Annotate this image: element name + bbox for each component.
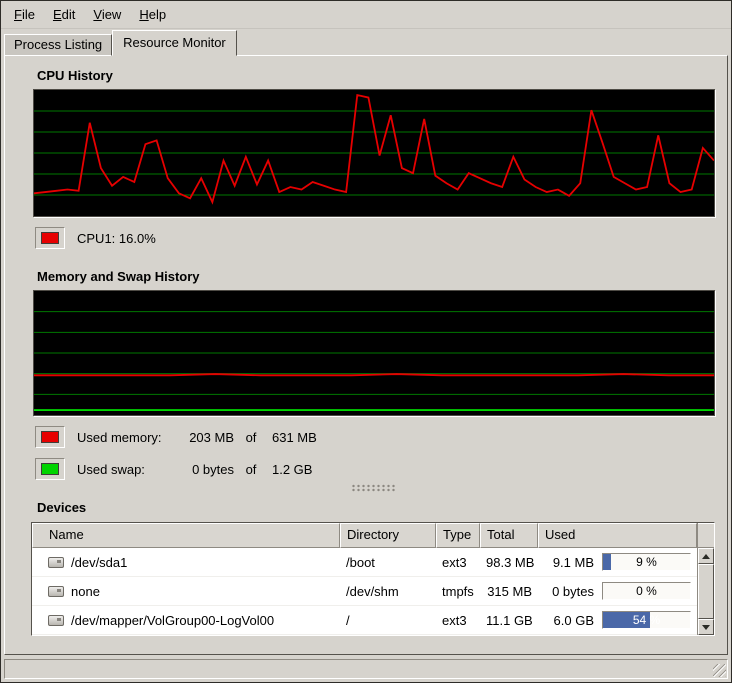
devices-table-main: Name Directory Type Total Used /dev/sda1… <box>32 523 697 635</box>
device-used: 0 bytes <box>542 584 594 599</box>
cpu1-legend-label: CPU1: 16.0% <box>77 231 156 246</box>
swap-swatch-frame <box>35 458 65 480</box>
cpu-history-chart <box>34 90 714 216</box>
menu-bar: File Edit View Help <box>1 1 731 29</box>
device-row[interactable]: none /dev/shm tmpfs 315 MB 0 bytes 0 % <box>32 577 697 606</box>
down-arrow-icon <box>702 625 710 630</box>
cpu-history-graph <box>33 89 715 217</box>
system-monitor-window: File Edit View Help Process Listing Reso… <box>0 0 732 683</box>
used-swap-value: 0 bytes <box>172 462 234 477</box>
device-directory: /dev/shm <box>340 584 436 599</box>
used-memory-value: 203 MB <box>172 430 234 445</box>
cpu-legend: CPU1: 16.0% <box>35 227 715 249</box>
device-used: 6.0 GB <box>542 613 594 628</box>
memory-swap-graph <box>33 290 715 416</box>
devices-title: Devices <box>37 500 715 515</box>
used-swap-label: Used swap: <box>77 462 172 477</box>
device-type: tmpfs <box>436 584 480 599</box>
progress-percent-label: 54 % <box>603 612 690 628</box>
memory-swatch-frame <box>35 426 65 448</box>
column-header-total[interactable]: Total <box>480 523 538 548</box>
menu-edit[interactable]: Edit <box>44 4 84 25</box>
memory-color-swatch <box>41 431 59 443</box>
menu-view[interactable]: View <box>84 4 130 25</box>
used-memory-label: Used memory: <box>77 430 172 445</box>
up-arrow-icon <box>702 554 710 559</box>
swap-color-swatch <box>41 463 59 475</box>
scrollbar-header-stub <box>698 523 714 548</box>
menu-file[interactable]: File <box>5 4 44 25</box>
status-bar <box>4 659 728 679</box>
device-total: 11.1 GB <box>480 613 538 628</box>
devices-table-header: Name Directory Type Total Used <box>32 523 697 548</box>
disk-drive-icon <box>48 615 64 626</box>
cpu1-swatch-frame <box>35 227 65 249</box>
device-name: /dev/sda1 <box>71 555 127 570</box>
device-type: ext3 <box>436 555 480 570</box>
total-memory-value: 631 MB <box>268 430 328 445</box>
pane-resize-handle[interactable] <box>351 484 395 492</box>
cpu-history-title: CPU History <box>37 68 715 83</box>
scroll-up-button[interactable] <box>698 548 714 564</box>
column-header-directory[interactable]: Directory <box>340 523 436 548</box>
device-used: 9.1 MB <box>542 555 594 570</box>
column-header-name[interactable]: Name <box>32 523 340 548</box>
cpu1-color-swatch <box>41 232 59 244</box>
tab-process-listing[interactable]: Process Listing <box>4 34 112 56</box>
scrollbar-track[interactable] <box>698 564 714 619</box>
resource-monitor-panel: CPU History CPU1: 16.0% Memory and Swap … <box>4 55 728 655</box>
disk-drive-icon <box>48 586 64 597</box>
device-name: none <box>71 584 100 599</box>
device-name: /dev/mapper/VolGroup00-LogVol00 <box>71 613 274 628</box>
devices-table: Name Directory Type Total Used /dev/sda1… <box>31 522 715 636</box>
tab-bar: Process Listing Resource Monitor <box>1 29 731 56</box>
device-directory: /boot <box>340 555 436 570</box>
column-header-used[interactable]: Used <box>538 523 697 548</box>
usage-progress-bar: 0 % <box>602 582 691 600</box>
disk-drive-icon <box>48 557 64 568</box>
resize-grip[interactable] <box>713 664 726 677</box>
usage-progress-bar: 9 % <box>602 553 691 571</box>
device-total: 315 MB <box>480 584 538 599</box>
device-total: 98.3 MB <box>480 555 538 570</box>
memory-history-title: Memory and Swap History <box>37 269 715 284</box>
used-memory-of: of <box>234 430 268 445</box>
scrollbar-thumb[interactable] <box>698 564 714 619</box>
device-row[interactable]: /dev/sda1 /boot ext3 98.3 MB 9.1 MB 9 % <box>32 548 697 577</box>
column-header-type[interactable]: Type <box>436 523 480 548</box>
devices-rows: /dev/sda1 /boot ext3 98.3 MB 9.1 MB 9 % … <box>32 548 697 635</box>
menu-help[interactable]: Help <box>130 4 175 25</box>
device-type: ext3 <box>436 613 480 628</box>
vertical-scrollbar[interactable] <box>697 523 714 635</box>
progress-percent-label: 0 % <box>603 583 690 599</box>
scroll-down-button[interactable] <box>698 619 714 635</box>
device-directory: / <box>340 613 436 628</box>
memory-swap-chart <box>34 291 714 415</box>
total-swap-value: 1.2 GB <box>268 462 328 477</box>
swap-legend: Used swap: 0 bytes of 1.2 GB <box>35 458 715 480</box>
tab-resource-monitor[interactable]: Resource Monitor <box>112 30 237 56</box>
device-row[interactable]: /dev/mapper/VolGroup00-LogVol00 / ext3 1… <box>32 606 697 635</box>
progress-percent-label: 9 % <box>603 554 690 570</box>
used-swap-of: of <box>234 462 268 477</box>
memory-legend: Used memory: 203 MB of 631 MB <box>35 426 715 448</box>
usage-progress-bar: 54 % <box>602 611 691 629</box>
